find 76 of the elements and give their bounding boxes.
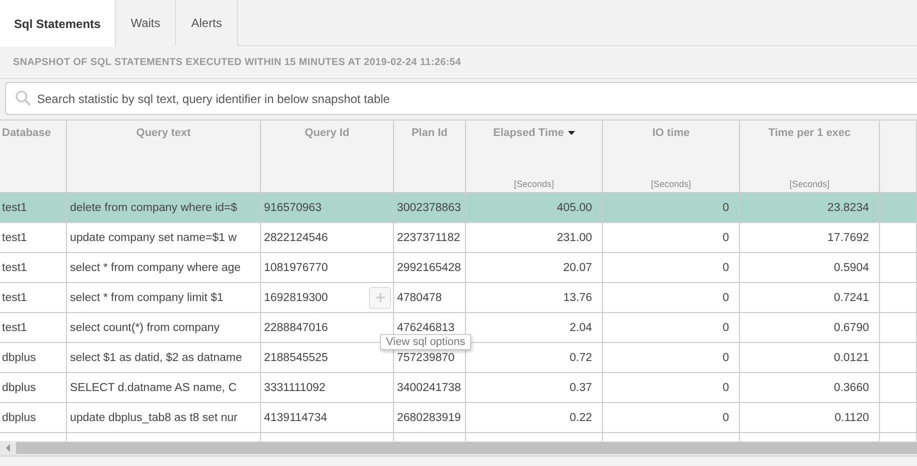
table-cell: select count(*) from company xyxy=(67,313,261,343)
table-cell xyxy=(880,373,917,403)
column-header[interactable] xyxy=(880,121,917,193)
table-cell xyxy=(880,283,917,313)
table-cell: 0 xyxy=(603,313,740,343)
table-cell: 4139114734 xyxy=(261,403,394,433)
table-cell: 3002378863 xyxy=(394,193,466,223)
table-cell: select * from company where age xyxy=(67,253,261,283)
table-cell xyxy=(880,343,917,373)
table-cell: 4780478 xyxy=(394,283,466,313)
table-cell: 13.76 xyxy=(466,283,603,313)
table-cell: 0 xyxy=(603,373,740,403)
table-cell: 3400241738 xyxy=(394,373,466,403)
table-cell: 0 xyxy=(603,343,740,373)
table-cell: 0.0121 xyxy=(740,343,880,373)
table-cell: test1 xyxy=(0,313,67,343)
table-cell: 0.5904 xyxy=(740,253,880,283)
table-cell: delete from company where id=$ xyxy=(67,193,261,223)
table-cell: 0.3660 xyxy=(740,373,880,403)
table-cell: 0.22 xyxy=(466,403,603,433)
column-header[interactable]: IO time [Seconds] xyxy=(603,121,740,193)
table-cell: test1 xyxy=(0,253,67,283)
table-cell: update company set name=$1 w xyxy=(67,223,261,253)
table-cell: 405.00 xyxy=(466,193,603,223)
table-cell: 0 xyxy=(603,403,740,433)
table-cell: 0.72 xyxy=(466,343,603,373)
search-icon xyxy=(15,90,31,106)
column-header[interactable]: Elapsed Time [Seconds] xyxy=(466,121,603,193)
tab[interactable]: Alerts xyxy=(176,0,238,46)
column-header[interactable]: Database xyxy=(0,121,67,193)
scroll-left-icon[interactable] xyxy=(4,444,12,452)
table-cell: dbplus xyxy=(0,343,67,373)
table-cell: test1 xyxy=(0,193,67,223)
table-cell xyxy=(880,313,917,343)
table-cell: 2680283919 xyxy=(394,403,466,433)
snapshot-title: SNAPSHOT OF SQL STATEMENTS EXECUTED WITHIN 15 MINUTES AT 2019-02-24 11:26:54 xyxy=(13,56,462,68)
table-cell: 231.00 xyxy=(466,223,603,253)
table-cell xyxy=(880,253,917,283)
table-cell: dbplus xyxy=(0,373,67,403)
table-cell: 20.07 xyxy=(466,253,603,283)
table-cell: 17.7692 xyxy=(740,223,880,253)
table-cell: 2822124546 xyxy=(261,223,394,253)
column-header[interactable]: Query text xyxy=(67,121,261,193)
table-cell: SELECT d.datname AS name, C xyxy=(67,373,261,403)
table-cell: 0 xyxy=(603,283,740,313)
table-cell: 0.7241 xyxy=(740,283,880,313)
column-header[interactable]: Plan Id xyxy=(394,121,466,193)
table-cell xyxy=(880,193,917,223)
table-cell: test1 xyxy=(0,223,67,253)
add-button[interactable] xyxy=(369,286,391,308)
table-cell: update dbplus_tab8 as t8 set nur xyxy=(67,403,261,433)
table-cell: 0.1120 xyxy=(740,403,880,433)
column-header[interactable]: Time per 1 exec [Seconds] xyxy=(740,121,880,193)
table-cell: select * from company limit $1 xyxy=(67,283,261,313)
table-cell: dbplus xyxy=(0,403,67,433)
table-cell: 0.6790 xyxy=(740,313,880,343)
table-cell: 3331111092 xyxy=(261,373,394,403)
table-cell: test1 xyxy=(0,283,67,313)
plus-icon xyxy=(376,293,384,302)
table-cell: 0 xyxy=(603,193,740,223)
tab[interactable]: Waits xyxy=(116,0,176,46)
search-field[interactable]: Search statistic by sql text, query identifier in below snapshot table xyxy=(5,82,917,115)
table-cell: 916570963 xyxy=(261,193,394,223)
table-cell: 0 xyxy=(603,253,740,283)
column-header[interactable]: Query Id xyxy=(261,121,394,193)
table-cell: 0 xyxy=(603,223,740,253)
horizontal-scrollbar[interactable] xyxy=(0,441,917,455)
table-cell: 1692819300 xyxy=(261,283,394,313)
tab[interactable]: Sql Statements xyxy=(0,0,116,47)
table-cell: select $1 as datid, $2 as datname xyxy=(67,343,261,373)
table-cell xyxy=(880,223,917,253)
table-cell: 1081976770 xyxy=(261,253,394,283)
table-cell: 23.8234 xyxy=(740,193,880,223)
table-cell: 2992165428 xyxy=(394,253,466,283)
table-cell: 2237371182 xyxy=(394,223,466,253)
table-cell: 0.37 xyxy=(466,373,603,403)
